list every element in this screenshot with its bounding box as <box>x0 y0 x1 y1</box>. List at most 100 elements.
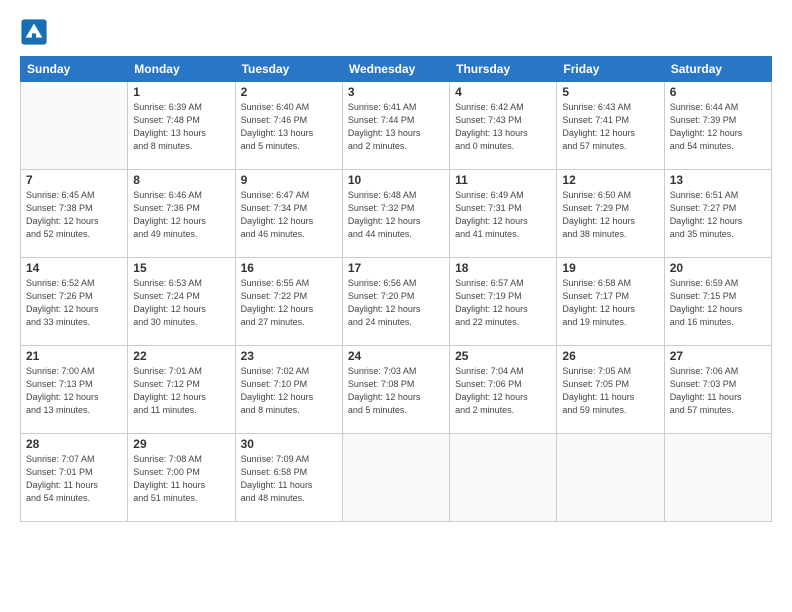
day-number: 27 <box>670 349 766 363</box>
day-info: Sunrise: 7:01 AM Sunset: 7:12 PM Dayligh… <box>133 365 229 417</box>
calendar-table: SundayMondayTuesdayWednesdayThursdayFrid… <box>20 56 772 522</box>
day-info: Sunrise: 7:08 AM Sunset: 7:00 PM Dayligh… <box>133 453 229 505</box>
calendar-cell: 2 Sunrise: 6:40 AM Sunset: 7:46 PM Daylig… <box>235 82 342 170</box>
day-number: 11 <box>455 173 551 187</box>
day-number: 21 <box>26 349 122 363</box>
column-header-wednesday: Wednesday <box>342 57 449 82</box>
day-number: 23 <box>241 349 337 363</box>
day-number: 29 <box>133 437 229 451</box>
calendar-cell <box>342 434 449 522</box>
day-number: 24 <box>348 349 444 363</box>
calendar-week-row: 28 Sunrise: 7:07 AM Sunset: 7:01 PM Dayli… <box>21 434 772 522</box>
day-info: Sunrise: 7:05 AM Sunset: 7:05 PM Dayligh… <box>562 365 658 417</box>
day-info: Sunrise: 6:47 AM Sunset: 7:34 PM Dayligh… <box>241 189 337 241</box>
calendar-cell: 25 Sunrise: 7:04 AM Sunset: 7:06 PM Dayli… <box>450 346 557 434</box>
column-header-sunday: Sunday <box>21 57 128 82</box>
calendar-cell <box>557 434 664 522</box>
calendar-cell <box>21 82 128 170</box>
calendar-cell: 19 Sunrise: 6:58 AM Sunset: 7:17 PM Dayli… <box>557 258 664 346</box>
day-number: 22 <box>133 349 229 363</box>
day-info: Sunrise: 6:52 AM Sunset: 7:26 PM Dayligh… <box>26 277 122 329</box>
calendar-cell: 1 Sunrise: 6:39 AM Sunset: 7:48 PM Daylig… <box>128 82 235 170</box>
logo <box>20 18 52 46</box>
calendar-cell: 17 Sunrise: 6:56 AM Sunset: 7:20 PM Dayli… <box>342 258 449 346</box>
calendar-cell: 22 Sunrise: 7:01 AM Sunset: 7:12 PM Dayli… <box>128 346 235 434</box>
day-info: Sunrise: 7:07 AM Sunset: 7:01 PM Dayligh… <box>26 453 122 505</box>
day-info: Sunrise: 6:48 AM Sunset: 7:32 PM Dayligh… <box>348 189 444 241</box>
day-number: 6 <box>670 85 766 99</box>
day-number: 12 <box>562 173 658 187</box>
day-info: Sunrise: 6:50 AM Sunset: 7:29 PM Dayligh… <box>562 189 658 241</box>
calendar-cell: 27 Sunrise: 7:06 AM Sunset: 7:03 PM Dayli… <box>664 346 771 434</box>
calendar-cell <box>450 434 557 522</box>
calendar-cell: 30Sunrise: 7:09 AM Sunset: 6:58 PM Dayli… <box>235 434 342 522</box>
day-info: Sunrise: 6:56 AM Sunset: 7:20 PM Dayligh… <box>348 277 444 329</box>
calendar-cell: 18Sunrise: 6:57 AM Sunset: 7:19 PM Dayli… <box>450 258 557 346</box>
calendar-cell: 26 Sunrise: 7:05 AM Sunset: 7:05 PM Dayli… <box>557 346 664 434</box>
day-info: Sunrise: 6:46 AM Sunset: 7:36 PM Dayligh… <box>133 189 229 241</box>
calendar-cell: 14 Sunrise: 6:52 AM Sunset: 7:26 PM Dayli… <box>21 258 128 346</box>
day-number: 10 <box>348 173 444 187</box>
day-number: 7 <box>26 173 122 187</box>
day-number: 13 <box>670 173 766 187</box>
day-number: 2 <box>241 85 337 99</box>
day-info: Sunrise: 7:09 AM Sunset: 6:58 PM Dayligh… <box>241 453 337 505</box>
day-info: Sunrise: 6:58 AM Sunset: 7:17 PM Dayligh… <box>562 277 658 329</box>
day-number: 4 <box>455 85 551 99</box>
column-header-tuesday: Tuesday <box>235 57 342 82</box>
day-info: Sunrise: 7:00 AM Sunset: 7:13 PM Dayligh… <box>26 365 122 417</box>
calendar-cell: 21 Sunrise: 7:00 AM Sunset: 7:13 PM Dayli… <box>21 346 128 434</box>
day-number: 8 <box>133 173 229 187</box>
day-info: Sunrise: 6:43 AM Sunset: 7:41 PM Dayligh… <box>562 101 658 153</box>
calendar-cell: 11 Sunrise: 6:49 AM Sunset: 7:31 PM Dayli… <box>450 170 557 258</box>
calendar-cell: 9 Sunrise: 6:47 AM Sunset: 7:34 PM Daylig… <box>235 170 342 258</box>
day-number: 28 <box>26 437 122 451</box>
day-number: 14 <box>26 261 122 275</box>
day-number: 5 <box>562 85 658 99</box>
calendar-cell: 16Sunrise: 6:55 AM Sunset: 7:22 PM Dayli… <box>235 258 342 346</box>
calendar-cell: 20 Sunrise: 6:59 AM Sunset: 7:15 PM Dayli… <box>664 258 771 346</box>
calendar-cell: 10 Sunrise: 6:48 AM Sunset: 7:32 PM Dayli… <box>342 170 449 258</box>
day-info: Sunrise: 7:03 AM Sunset: 7:08 PM Dayligh… <box>348 365 444 417</box>
day-info: Sunrise: 7:02 AM Sunset: 7:10 PM Dayligh… <box>241 365 337 417</box>
calendar-week-row: 14 Sunrise: 6:52 AM Sunset: 7:26 PM Dayli… <box>21 258 772 346</box>
day-info: Sunrise: 6:49 AM Sunset: 7:31 PM Dayligh… <box>455 189 551 241</box>
calendar-cell: 24 Sunrise: 7:03 AM Sunset: 7:08 PM Dayli… <box>342 346 449 434</box>
calendar-cell: 23 Sunrise: 7:02 AM Sunset: 7:10 PM Dayli… <box>235 346 342 434</box>
calendar-cell: 5 Sunrise: 6:43 AM Sunset: 7:41 PM Daylig… <box>557 82 664 170</box>
calendar-cell: 28 Sunrise: 7:07 AM Sunset: 7:01 PM Dayli… <box>21 434 128 522</box>
day-info: Sunrise: 6:39 AM Sunset: 7:48 PM Dayligh… <box>133 101 229 153</box>
calendar-cell: 6 Sunrise: 6:44 AM Sunset: 7:39 PM Daylig… <box>664 82 771 170</box>
calendar-cell <box>664 434 771 522</box>
calendar-cell: 15Sunrise: 6:53 AM Sunset: 7:24 PM Dayli… <box>128 258 235 346</box>
day-info: Sunrise: 6:40 AM Sunset: 7:46 PM Dayligh… <box>241 101 337 153</box>
day-number: 20 <box>670 261 766 275</box>
calendar-cell: 4 Sunrise: 6:42 AM Sunset: 7:43 PM Daylig… <box>450 82 557 170</box>
day-number: 3 <box>348 85 444 99</box>
day-number: 9 <box>241 173 337 187</box>
day-number: 19 <box>562 261 658 275</box>
column-header-thursday: Thursday <box>450 57 557 82</box>
day-number: 17 <box>348 261 444 275</box>
calendar-week-row: 7Sunrise: 6:45 AM Sunset: 7:38 PM Daylig… <box>21 170 772 258</box>
day-number: 1 <box>133 85 229 99</box>
day-info: Sunrise: 6:42 AM Sunset: 7:43 PM Dayligh… <box>455 101 551 153</box>
logo-icon <box>20 18 48 46</box>
day-info: Sunrise: 6:53 AM Sunset: 7:24 PM Dayligh… <box>133 277 229 329</box>
day-info: Sunrise: 7:06 AM Sunset: 7:03 PM Dayligh… <box>670 365 766 417</box>
day-number: 26 <box>562 349 658 363</box>
day-info: Sunrise: 6:55 AM Sunset: 7:22 PM Dayligh… <box>241 277 337 329</box>
calendar-cell: 29 Sunrise: 7:08 AM Sunset: 7:00 PM Dayli… <box>128 434 235 522</box>
calendar-cell: 12 Sunrise: 6:50 AM Sunset: 7:29 PM Dayli… <box>557 170 664 258</box>
calendar-header-row: SundayMondayTuesdayWednesdayThursdayFrid… <box>21 57 772 82</box>
calendar-cell: 3Sunrise: 6:41 AM Sunset: 7:44 PM Daylig… <box>342 82 449 170</box>
column-header-friday: Friday <box>557 57 664 82</box>
page-header <box>20 18 772 46</box>
day-info: Sunrise: 6:51 AM Sunset: 7:27 PM Dayligh… <box>670 189 766 241</box>
day-number: 25 <box>455 349 551 363</box>
column-header-monday: Monday <box>128 57 235 82</box>
day-info: Sunrise: 7:04 AM Sunset: 7:06 PM Dayligh… <box>455 365 551 417</box>
day-info: Sunrise: 6:57 AM Sunset: 7:19 PM Dayligh… <box>455 277 551 329</box>
day-info: Sunrise: 6:59 AM Sunset: 7:15 PM Dayligh… <box>670 277 766 329</box>
day-info: Sunrise: 6:44 AM Sunset: 7:39 PM Dayligh… <box>670 101 766 153</box>
